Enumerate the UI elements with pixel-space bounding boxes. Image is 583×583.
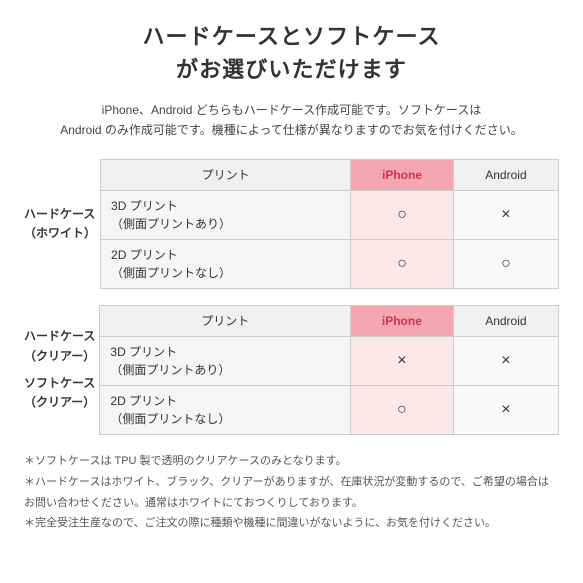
table2: プリント iPhone Android 3D プリント （側面プリントあり）××… — [99, 305, 559, 435]
note-item: ハードケースはホワイト、ブラック、クリアーがありますが、在庫状況が変動するので、… — [24, 472, 559, 514]
table-cell: 3D プリント （側面プリントあり） — [100, 336, 351, 385]
table2-row-label: ハードケース （クリアー） ソフトケース （クリアー） — [24, 305, 99, 435]
page-title: ハードケースとソフトケース がお選びいただけます — [24, 20, 559, 86]
table-cell: ○ — [453, 239, 558, 288]
note-item: 完全受注生産なので、ご注文の際に種類や機種に間違いがないように、お気を付けくださ… — [24, 513, 559, 534]
table-cell: ○ — [350, 385, 453, 434]
table1-col-print: プリント — [101, 159, 351, 190]
table-cell: × — [453, 190, 558, 239]
subtitle-text: iPhone、Android どちらもハードケース作成可能です。ソフトケースは … — [24, 100, 559, 141]
table-cell: ○ — [351, 190, 454, 239]
table-cell: × — [453, 385, 558, 434]
table1-col-iphone: iPhone — [351, 159, 454, 190]
table2-col-android: Android — [453, 305, 558, 336]
table2-wrapper: ハードケース （クリアー） ソフトケース （クリアー） プリント iPhone … — [24, 305, 559, 435]
table1-wrapper: ハードケース （ホワイト） プリント iPhone Android 3D プリン… — [24, 159, 559, 289]
table-cell: 3D プリント （側面プリントあり） — [101, 190, 351, 239]
table1-row-label: ハードケース （ホワイト） — [24, 159, 100, 289]
table1: プリント iPhone Android 3D プリント （側面プリントあり）○×… — [100, 159, 559, 289]
note-item: ソフトケースは TPU 製で透明のクリアケースのみとなります。 — [24, 451, 559, 472]
table2-col-iphone: iPhone — [350, 305, 453, 336]
table-cell: × — [453, 336, 558, 385]
notes-section: ソフトケースは TPU 製で透明のクリアケースのみとなります。ハードケースはホワ… — [24, 451, 559, 535]
table1-col-android: Android — [453, 159, 558, 190]
table-cell: ○ — [351, 239, 454, 288]
table-cell: 2D プリント （側面プリントなし） — [100, 385, 351, 434]
table2-col-print: プリント — [100, 305, 351, 336]
table-cell: 2D プリント （側面プリントなし） — [101, 239, 351, 288]
table-cell: × — [350, 336, 453, 385]
